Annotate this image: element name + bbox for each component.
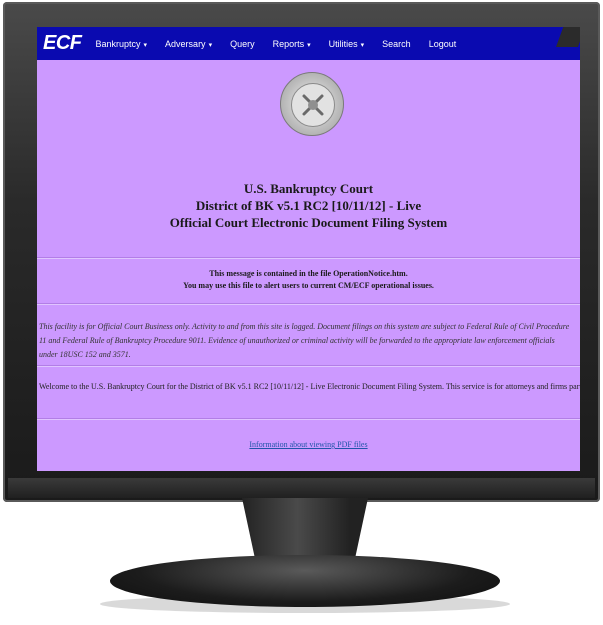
nav-bankruptcy[interactable]: Bankruptcy ▾ [96,39,148,49]
nav-search[interactable]: Search [382,39,411,49]
nav-query[interactable]: Query [230,39,255,49]
chevron-down-icon: ▾ [360,41,365,49]
welcome-message: Welcome to the U.S. Bankruptcy Court for… [39,382,580,391]
nav-reports[interactable]: Reports ▾ [273,39,311,49]
court-seal-icon [280,72,344,136]
ecf-logo[interactable]: ECF [43,32,82,55]
top-nav-bar: ECF Bankruptcy ▾ Adversary ▾ Query Reports… [37,27,580,60]
operation-notice-line2: You may use this file to alert users to … [183,281,434,290]
court-district: District of BK v5.1 RC2 [10/11/12] - Liv… [195,198,422,213]
seal-center [291,83,335,127]
monitor-screen: ECF Bankruptcy ▾ Adversary ▾ Query Reports… [37,27,580,471]
divider [37,257,580,259]
system-title: Official Court Electronic Document Filin… [169,215,448,230]
chevron-down-icon: ▾ [307,41,311,49]
chevron-down-icon: ▾ [208,41,213,49]
court-title: U.S. Bankruptcy Court [243,181,374,196]
nav-adversary[interactable]: Adversary ▾ [165,39,212,49]
nav-utilities[interactable]: Utilities ▾ [329,39,365,49]
monitor-base [110,555,500,607]
monitor-chin [8,478,595,498]
chevron-down-icon: ▾ [143,41,148,49]
pdf-info-link[interactable]: Information about viewing PDF files [37,440,580,449]
divider [37,418,580,420]
divider [37,303,580,305]
divider [37,365,580,367]
nav-logout[interactable]: Logout [429,39,457,49]
operation-notice-line1: This message is contained in the file Op… [209,269,408,278]
legal-warning: This facility is for Official Court Busi… [39,322,570,359]
